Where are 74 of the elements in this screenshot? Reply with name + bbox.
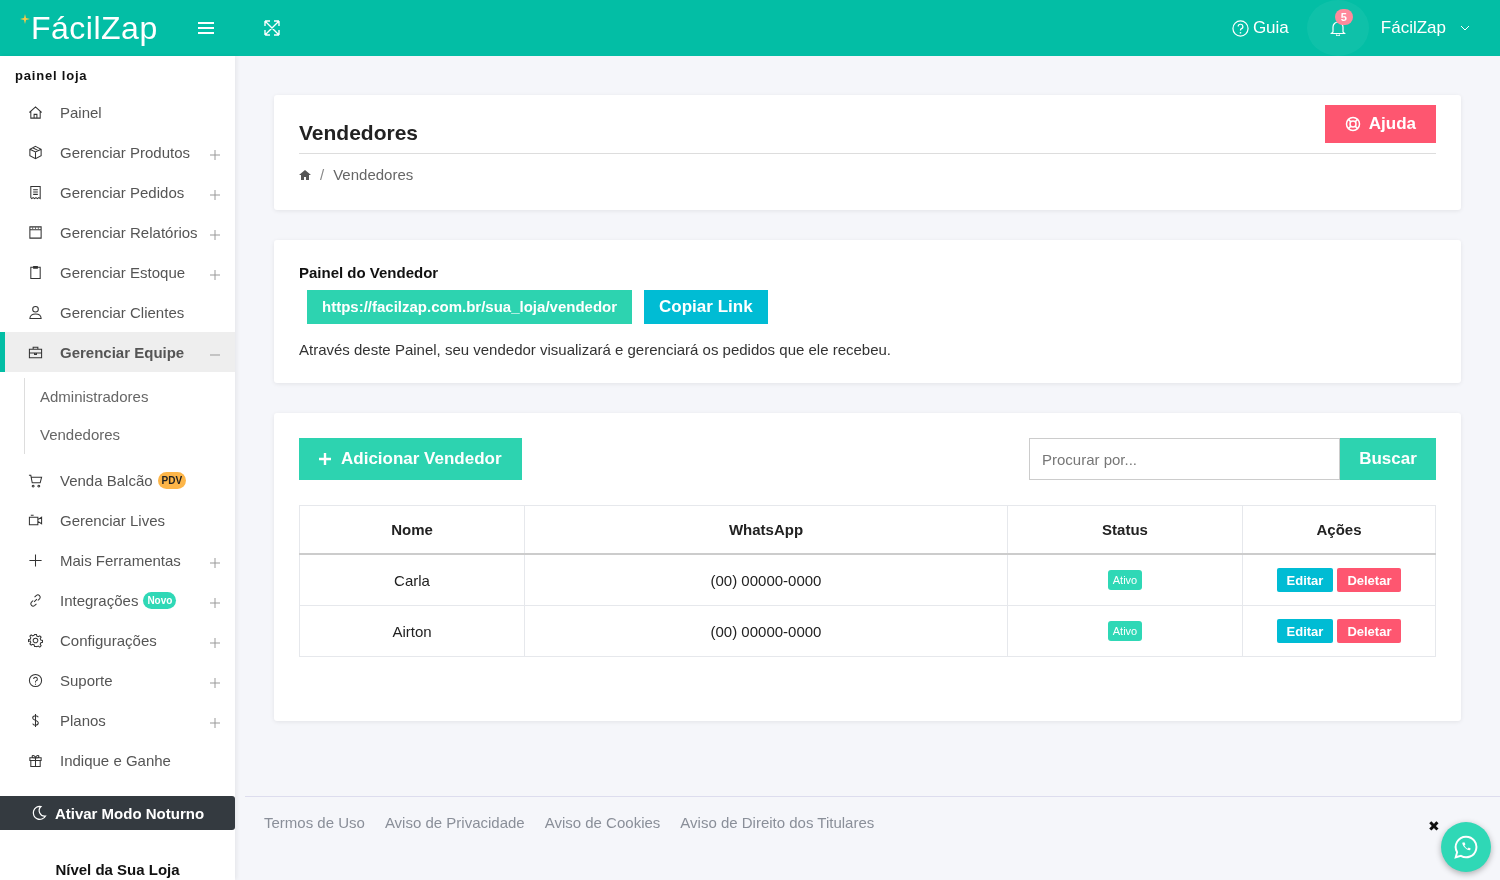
panel-description: Através deste Painel, seu vendedor visualizará e gerenciará os pedidos que ele recebeu. bbox=[299, 341, 893, 358]
page-title: Vendedores bbox=[299, 121, 419, 145]
home-icon bbox=[28, 104, 43, 120]
menu-icon[interactable] bbox=[198, 22, 214, 34]
box-icon bbox=[28, 144, 43, 160]
delete-button[interactable]: Deletar bbox=[1337, 568, 1402, 592]
breadcrumb-item: Vendedores bbox=[333, 166, 414, 183]
gift-icon bbox=[28, 752, 43, 768]
sidebar-item[interactable]: Gerenciar Estoque bbox=[0, 252, 235, 292]
plus-icon bbox=[28, 552, 43, 568]
sidebar-item[interactable]: Suporte bbox=[0, 660, 235, 700]
sidebar-item[interactable]: Planos bbox=[0, 700, 235, 740]
sidebar-item[interactable]: Gerenciar Lives bbox=[0, 500, 235, 540]
moon-icon bbox=[30, 805, 47, 821]
sidebar-item[interactable]: Gerenciar Produtos bbox=[0, 132, 235, 172]
column-header: Nome bbox=[299, 505, 525, 554]
plus-icon bbox=[319, 453, 331, 465]
fullscreen-icon[interactable] bbox=[264, 20, 280, 36]
submenu-item[interactable]: Vendedores bbox=[25, 416, 235, 454]
home-icon[interactable] bbox=[299, 169, 311, 180]
store-level-title: Nível da Sua Loja bbox=[54, 861, 181, 878]
lifebuoy-icon bbox=[1344, 116, 1361, 132]
submenu-item[interactable]: Administradores bbox=[25, 378, 235, 416]
logo-text: FácilZap bbox=[31, 9, 158, 47]
sidebar-item[interactable]: Painel bbox=[0, 92, 235, 132]
column-header: Ações bbox=[1242, 505, 1436, 554]
question-icon bbox=[28, 672, 43, 688]
status-badge: Ativo bbox=[1107, 570, 1143, 590]
sidebar-item[interactable]: Venda Balcão PDV bbox=[0, 460, 235, 500]
sidebar-item[interactable]: Gerenciar Equipe bbox=[0, 332, 235, 372]
sidebar-item[interactable]: Indique e Ganhe bbox=[0, 740, 235, 780]
column-header: WhatsApp bbox=[524, 505, 1008, 554]
delete-button[interactable]: Deletar bbox=[1337, 619, 1402, 643]
bell-icon bbox=[1329, 20, 1346, 36]
chat-bubble-icon bbox=[1453, 834, 1479, 860]
night-mode-button[interactable]: Ativar Modo Noturno bbox=[0, 796, 235, 830]
sidebar-item[interactable]: Integrações Novo bbox=[0, 580, 235, 620]
column-header: Status bbox=[1007, 505, 1243, 554]
sidebar-item[interactable]: Configurações bbox=[0, 620, 235, 660]
section-title: painel loja bbox=[14, 67, 89, 85]
table-cell: (00) 00000-0000 bbox=[524, 554, 1008, 606]
camera-icon bbox=[28, 512, 43, 528]
notification-count: 5 bbox=[1334, 9, 1353, 25]
sparkle-icon bbox=[20, 13, 30, 24]
chevron-down-icon bbox=[1460, 25, 1470, 31]
link-icon bbox=[28, 592, 43, 608]
user-icon bbox=[28, 304, 43, 320]
receipt-icon bbox=[28, 184, 43, 200]
sidebar-badge: Novo bbox=[143, 591, 177, 609]
briefcase-icon bbox=[28, 344, 43, 360]
cart-icon bbox=[28, 472, 43, 488]
footer-link[interactable]: Aviso de Cookies bbox=[544, 814, 661, 834]
breadcrumb-separator: / bbox=[320, 166, 325, 183]
table-cell: Carla bbox=[299, 554, 525, 606]
close-button[interactable]: ✖ bbox=[1428, 818, 1440, 834]
footer-link[interactable]: Termos de Uso bbox=[264, 814, 365, 834]
footer-link[interactable]: Aviso de Privacidade bbox=[384, 814, 525, 834]
footer-link[interactable]: Aviso de Direito dos Titulares bbox=[680, 814, 875, 834]
clipboard-icon bbox=[28, 264, 43, 280]
search-field[interactable]: Procurar por... bbox=[1029, 438, 1340, 480]
sidebar-badge: PDV bbox=[157, 471, 187, 489]
calendar-icon bbox=[28, 224, 43, 240]
sidebar-item[interactable]: Gerenciar Clientes bbox=[0, 292, 235, 332]
table-cell: (00) 00000-0000 bbox=[524, 605, 1008, 657]
panel-title: Painel do Vendedor bbox=[299, 264, 440, 281]
help-button[interactable]: Ajuda bbox=[1324, 105, 1436, 143]
help-icon bbox=[1231, 19, 1249, 37]
table-cell: Airton bbox=[299, 605, 525, 657]
gear-icon bbox=[28, 632, 43, 648]
sidebar-item[interactable]: Gerenciar Pedidos bbox=[0, 172, 235, 212]
sidebar-item[interactable]: Gerenciar Relatórios bbox=[0, 212, 235, 252]
status-badge: Ativo bbox=[1107, 621, 1143, 641]
sidebar-item[interactable]: Mais Ferramentas bbox=[0, 540, 235, 580]
whatsapp-button[interactable] bbox=[1441, 822, 1491, 872]
